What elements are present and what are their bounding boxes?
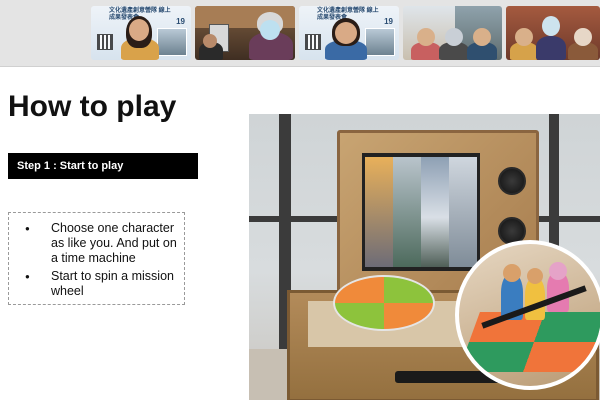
qr-code-icon: [97, 34, 113, 50]
character-closeup: [455, 240, 600, 390]
participant-video-tile[interactable]: 文化遺產創意營隊 線上成果發表會 19: [91, 6, 191, 60]
qr-code-icon: [305, 34, 321, 50]
step-label: Step 1 : Start to play: [8, 153, 198, 179]
participant-video-tile[interactable]: [195, 6, 295, 60]
game-box-photo: [249, 114, 600, 400]
participant-video-tile[interactable]: 文化遺產創意營隊 線上成果發表會 19: [299, 6, 399, 60]
event-photo: [365, 28, 395, 56]
slide-title: How to play: [8, 90, 177, 123]
landscape-screen: [362, 153, 480, 271]
instruction-item: Start to spin a mission wheel: [23, 269, 178, 299]
instruction-item: Choose one character as like you. And pu…: [23, 221, 178, 266]
event-number: 19: [176, 17, 185, 26]
instructions-box: Choose one character as like you. And pu…: [8, 212, 185, 305]
participant-video-tile[interactable]: [403, 6, 502, 60]
instructions-list: Choose one character as like you. And pu…: [23, 221, 178, 299]
event-number: 19: [384, 17, 393, 26]
event-photo: [157, 28, 187, 56]
dial-knob-icon: [498, 167, 526, 195]
participant-video-tile[interactable]: [506, 6, 600, 60]
mission-wheel: [333, 275, 435, 331]
participant-strip: 文化遺產創意營隊 線上成果發表會 19 文化遺產創意營隊 線上成果發表會 19: [0, 0, 600, 67]
